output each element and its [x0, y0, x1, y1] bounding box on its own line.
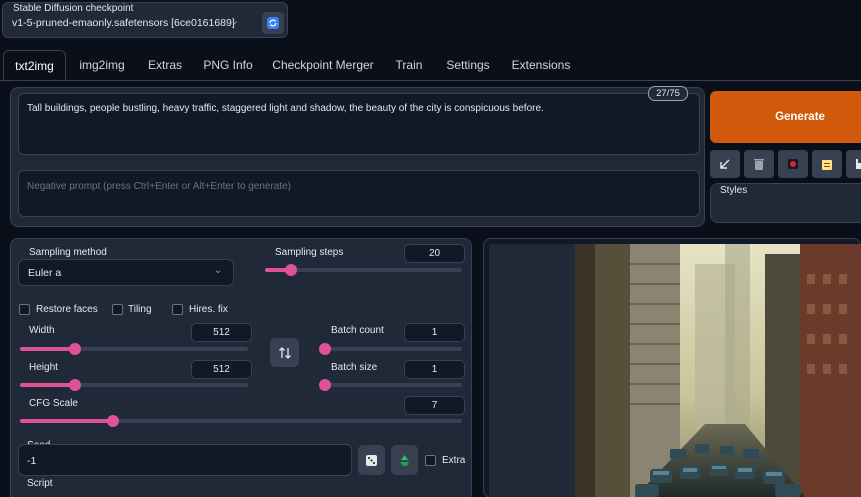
refresh-checkpoint-button[interactable] — [262, 12, 284, 34]
cfg-scale-input[interactable]: 7 — [404, 396, 465, 415]
negative-prompt-placeholder: Negative prompt (press Ctrl+Enter or Alt… — [27, 181, 292, 192]
checkpoint-label: Stable Diffusion checkpoint — [10, 3, 137, 14]
chevron-down-icon[interactable]: ⌄ — [230, 14, 239, 27]
swap-dimensions-button[interactable] — [270, 338, 299, 367]
batch-count-slider[interactable] — [319, 343, 462, 355]
slider-fill — [20, 347, 75, 351]
slider-thumb[interactable] — [319, 379, 331, 391]
restore-faces-label: Restore faces — [36, 304, 98, 315]
token-counter: 27/75 — [648, 86, 688, 101]
script-label: Script — [27, 478, 53, 489]
read-params-button[interactable] — [710, 150, 740, 178]
width-label: Width — [29, 325, 55, 336]
extra-seed-checkbox[interactable] — [425, 455, 436, 466]
refresh-icon — [267, 17, 279, 29]
seed-value[interactable]: -1 — [27, 455, 36, 467]
tab-extras[interactable]: Extras — [140, 50, 190, 80]
tiling-checkbox[interactable] — [112, 304, 123, 315]
generated-image[interactable] — [575, 244, 861, 497]
sampling-method-value: Euler a — [28, 267, 62, 279]
reuse-seed-button[interactable] — [391, 445, 418, 475]
sampling-steps-input[interactable]: 20 — [404, 244, 465, 263]
cfg-scale-label: CFG Scale — [29, 398, 78, 409]
save-icon — [856, 159, 861, 169]
tab-train[interactable]: Train — [387, 50, 431, 80]
cfg-scale-slider[interactable] — [20, 415, 462, 427]
slider-thumb[interactable] — [69, 343, 81, 355]
clipboard-icon — [822, 159, 832, 170]
slider-thumb[interactable] — [285, 264, 297, 276]
prompt-text[interactable]: Tall buildings, people bustling, heavy t… — [27, 103, 544, 114]
seed-input[interactable] — [18, 444, 352, 476]
tiling-label: Tiling — [128, 304, 152, 315]
extra-seed-label: Extra — [442, 455, 466, 466]
apply-style-button[interactable] — [812, 150, 842, 178]
checkpoint-value[interactable]: v1-5-pruned-emaonly.safetensors [6ce0161… — [12, 17, 235, 29]
batch-size-label: Batch size — [331, 362, 378, 373]
clear-prompt-button[interactable] — [744, 150, 774, 178]
tab-img2img[interactable]: img2img — [70, 50, 134, 80]
tab-png-info[interactable]: PNG Info — [197, 50, 259, 80]
tab-settings[interactable]: Settings — [440, 50, 496, 80]
city-street-image — [575, 244, 861, 497]
negative-prompt-input[interactable] — [18, 170, 700, 217]
batch-count-input[interactable]: 1 — [404, 323, 465, 342]
batch-size-slider[interactable] — [319, 379, 462, 391]
tab-extensions[interactable]: Extensions — [506, 50, 576, 80]
slider-thumb[interactable] — [69, 379, 81, 391]
trash-icon — [754, 158, 764, 170]
tab-txt2img[interactable]: txt2img — [3, 50, 66, 80]
width-slider[interactable] — [20, 343, 248, 355]
restore-faces-checkbox[interactable] — [19, 304, 30, 315]
batch-count-label: Batch count — [331, 325, 384, 336]
hires-fix-checkbox[interactable] — [172, 304, 183, 315]
swap-icon — [278, 346, 291, 359]
arrow-down-left-icon — [720, 159, 730, 169]
height-input[interactable]: 512 — [191, 360, 252, 379]
slider-fill — [20, 383, 75, 387]
slider-thumb[interactable] — [107, 415, 119, 427]
sampling-steps-label: Sampling steps — [275, 247, 344, 258]
show-extra-networks-button[interactable] — [778, 150, 808, 178]
sampling-steps-slider[interactable] — [265, 264, 462, 276]
tab-divider — [0, 80, 861, 81]
slider-thumb[interactable] — [319, 343, 331, 355]
save-style-button[interactable] — [846, 150, 861, 178]
main-tabs: txt2img img2img Extras PNG Info Checkpoi… — [0, 50, 861, 80]
hires-fix-label: Hires. fix — [189, 304, 228, 315]
chevron-down-icon: ⌄ — [214, 265, 223, 276]
batch-size-input[interactable]: 1 — [404, 360, 465, 379]
recycle-icon — [400, 454, 409, 466]
dice-icon — [366, 454, 377, 466]
generate-button[interactable]: Generate — [710, 91, 861, 143]
tab-checkpoint-merger[interactable]: Checkpoint Merger — [268, 50, 378, 80]
random-seed-button[interactable] — [358, 445, 385, 475]
height-slider[interactable] — [20, 379, 248, 391]
height-label: Height — [29, 362, 58, 373]
width-input[interactable]: 512 — [191, 323, 252, 342]
slider-fill — [20, 419, 113, 423]
sampling-method-label: Sampling method — [29, 247, 107, 258]
styles-label: Styles — [720, 185, 748, 196]
red-card-icon — [788, 159, 798, 169]
